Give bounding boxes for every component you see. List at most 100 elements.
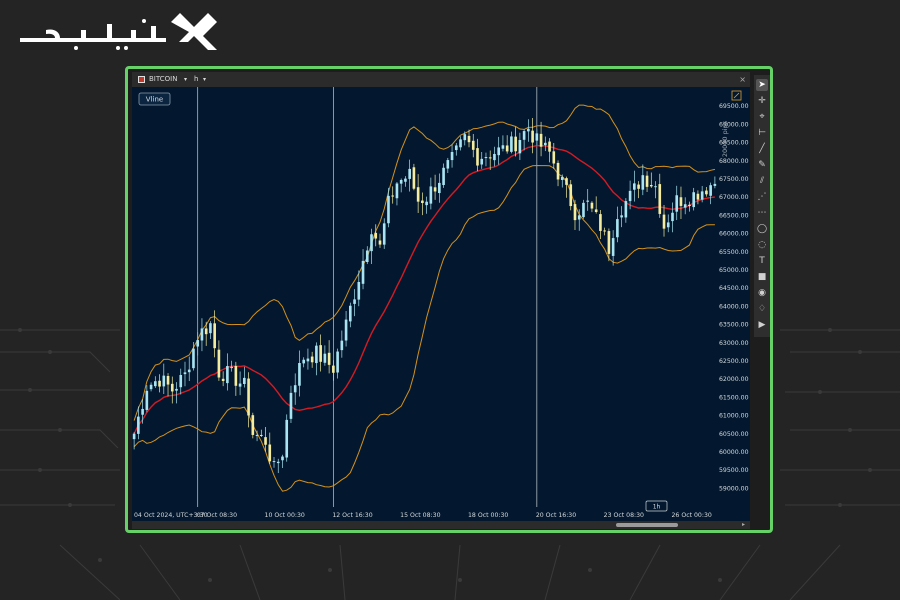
candle-body [548, 141, 551, 152]
candle-body [488, 157, 492, 159]
x-tick-label: 15 Oct 08:30 [400, 512, 440, 519]
candle-body [332, 365, 335, 373]
magnet-tool-icon[interactable]: ⌖ [756, 111, 768, 123]
candle-body [408, 168, 411, 179]
candle-body [382, 223, 386, 245]
eye-icon[interactable]: ◉ [756, 287, 768, 299]
rectangle-tool-icon[interactable]: ■ [756, 271, 768, 283]
x-tick-label: 12 Oct 16:30 [332, 512, 372, 519]
candle-body [501, 145, 505, 149]
candle-body [582, 202, 585, 218]
lasso-tool-icon[interactable]: ◯ [756, 223, 768, 235]
candle-body [230, 366, 233, 369]
chevron-down-icon[interactable]: ▾ [184, 72, 187, 87]
candle-body [480, 158, 484, 165]
candle-body [471, 140, 475, 150]
candle-body [374, 232, 378, 239]
candle-body [688, 204, 691, 206]
candle-body [264, 437, 267, 445]
candle-body [395, 183, 399, 199]
candle-body [556, 162, 560, 180]
pencil-tool-icon[interactable]: ✎ [756, 159, 768, 171]
horizontal-scrollbar[interactable]: ▸ [132, 521, 750, 529]
candle-body [162, 375, 166, 387]
channel-tool-icon[interactable]: ⫽ [756, 175, 768, 187]
shape-tool-icon[interactable]: ◌ [756, 239, 768, 251]
candle-body [238, 383, 242, 387]
candle-body [658, 184, 662, 214]
candle-body [378, 240, 382, 245]
candle-body [259, 434, 263, 436]
candle-body [132, 433, 136, 440]
brush-tool-icon[interactable]: ⋯ [756, 207, 768, 219]
candle-body [298, 363, 301, 386]
candle-body [281, 456, 284, 461]
plot-area [132, 87, 717, 507]
candle-body [709, 185, 712, 196]
candle-body [196, 340, 200, 347]
timeframe-selector[interactable]: h [194, 72, 198, 87]
symbol-selector[interactable]: BITCOIN [149, 72, 177, 87]
candle-body [213, 323, 216, 349]
candle-body [696, 193, 700, 200]
candle-body [565, 178, 568, 185]
candle-body [505, 145, 509, 152]
chart-window: BITCOIN ▾ h ▾ × 69500.00 69000.00 68500.00… [125, 66, 773, 533]
y-tick-label: 63000.00 [719, 340, 749, 347]
candle-body [158, 380, 161, 387]
candle-body [170, 383, 174, 392]
candle-body [387, 195, 390, 224]
chart-titlebar: BITCOIN ▾ h ▾ × [132, 72, 750, 87]
period-badge-label: 1h [653, 504, 661, 511]
candle-body [349, 305, 352, 322]
line-tool-icon[interactable]: ╱ [756, 143, 768, 155]
x-tick-label: 26 Oct 00:30 [671, 512, 711, 519]
candle-body [459, 139, 462, 148]
candle-body [552, 151, 556, 164]
candle [569, 179, 573, 211]
cursor-tool-icon[interactable]: ➤ [756, 79, 768, 91]
candle-body [535, 133, 539, 141]
candle-body [544, 142, 547, 146]
candle-body [268, 444, 272, 462]
candle-body [628, 190, 632, 202]
y-tick-label: 65500.00 [719, 249, 749, 256]
trendline-tool-icon[interactable]: ⊢ [756, 127, 768, 139]
candle-body [175, 388, 178, 391]
candle-body [645, 175, 649, 187]
candle-body [217, 349, 221, 378]
y-tick-label: 61500.00 [719, 394, 749, 401]
y-tick-label: 67500.00 [719, 176, 749, 183]
candle-body [137, 416, 140, 434]
candle-body [200, 328, 204, 341]
y-tick-label: 68000.00 [719, 158, 749, 165]
play-icon[interactable]: ▶ [756, 319, 768, 331]
candle [412, 163, 416, 191]
brand-logo-mark [20, 13, 217, 50]
text-tool-icon[interactable]: T [756, 255, 768, 267]
candle-body [569, 184, 573, 207]
y-tick-label: 64500.00 [719, 285, 749, 292]
bell-icon[interactable]: ♢ [756, 303, 768, 315]
close-icon[interactable]: × [739, 72, 746, 87]
candle-body [476, 148, 479, 166]
candle-body [467, 135, 471, 143]
candle-body [616, 219, 619, 238]
fib-tool-icon[interactable]: ⋰ [756, 191, 768, 203]
candle-body [514, 136, 517, 152]
chevron-down-icon[interactable]: ▾ [203, 72, 206, 87]
scroll-right-icon[interactable]: ▸ [742, 521, 745, 529]
candle-body [573, 204, 577, 221]
candle-body [446, 160, 450, 169]
scrollbar-thumb[interactable] [616, 523, 678, 527]
candle-body [607, 231, 611, 254]
y-tick-label: 69500.00 [719, 103, 749, 110]
candle-body [641, 175, 645, 190]
candle-body [654, 186, 657, 188]
candle-body [442, 167, 445, 186]
candle-body [518, 140, 522, 154]
y-tick-label: 60000.00 [719, 449, 749, 456]
candle-body [192, 348, 195, 369]
crosshair-tool-icon[interactable]: ✛ [756, 95, 768, 107]
price-chart[interactable]: 69500.0069000.0068500.0068000.0067500.00… [132, 87, 750, 521]
